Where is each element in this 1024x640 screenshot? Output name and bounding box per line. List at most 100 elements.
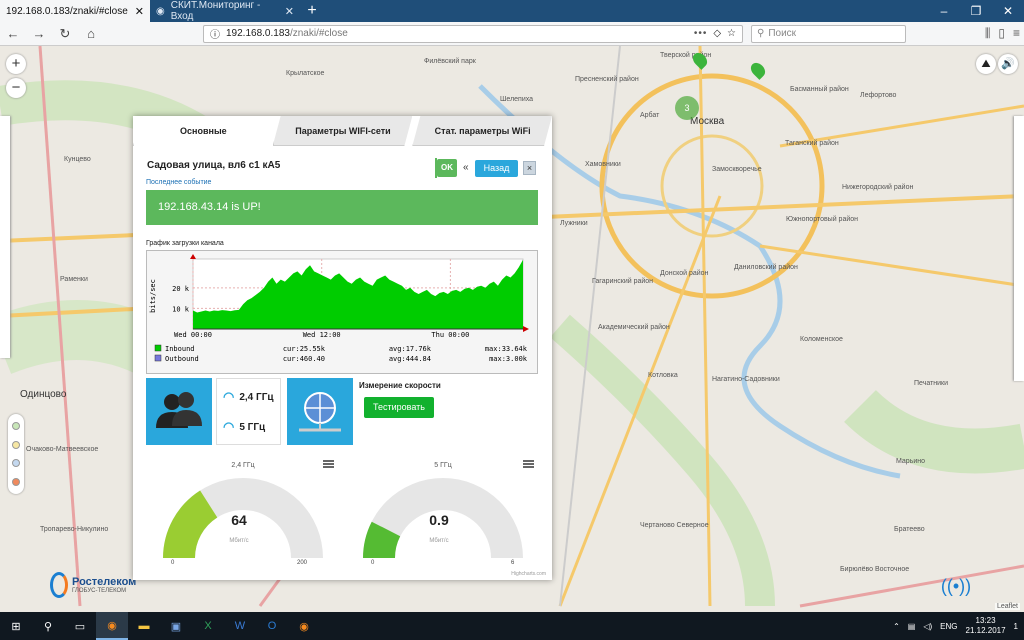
page-actions-icon[interactable]: •••	[694, 28, 708, 39]
back-arrow-icon[interactable]: ←	[4, 26, 22, 41]
map-label: Коломенское	[800, 336, 843, 343]
excel-icon[interactable]: X	[192, 612, 224, 640]
toolbar-right: ⫼ ▯ ≡	[985, 26, 1020, 41]
restore-icon[interactable]: ❐	[960, 0, 992, 22]
forward-arrow-icon[interactable]: →	[30, 26, 48, 41]
start-windows-icon[interactable]: ⊞	[0, 612, 32, 640]
browser-tab-active[interactable]: 192.168.0.183/znaki/#close ✕	[0, 0, 150, 22]
legend-cur: cur:460.40	[283, 355, 325, 363]
legend-cur: cur:25.55k	[283, 345, 326, 353]
left-panel-handle[interactable]	[0, 116, 10, 358]
gauge-5ghz: 5 ГГц 0.9 Мбит/с 0 6	[343, 454, 543, 574]
outlook-icon[interactable]: O	[256, 612, 288, 640]
search-placeholder: Поиск	[768, 28, 797, 39]
zoom-in-button[interactable]: +	[6, 54, 26, 74]
explorer-icon[interactable]: ▬	[128, 612, 160, 640]
map-label: Лужники	[560, 220, 588, 227]
new-tab-button[interactable]: +	[300, 0, 324, 22]
zoom-out-button[interactable]: −	[6, 78, 26, 98]
map-label: Чертаново Северное	[640, 522, 709, 529]
status-legend	[8, 414, 24, 494]
traffic-chart: 20 k 10 k bits/sec Wed 00:00 Wed 12:00 Thu 00…	[146, 250, 538, 374]
browser-tab[interactable]: ◉ СКИТ.Мониторинг - Вход ✕	[150, 0, 300, 22]
chart-menu-icon[interactable]	[523, 460, 534, 468]
layers-icon[interactable]: ⛰	[976, 54, 996, 74]
gauge-unit: Мбит/с	[229, 538, 249, 544]
library-icon[interactable]: ⫼	[985, 26, 991, 41]
legend-swatch	[154, 354, 162, 362]
task-view-icon[interactable]: ▭	[64, 612, 96, 640]
sound-icon[interactable]: 🔊	[998, 54, 1018, 74]
legend-yellow-icon[interactable]	[12, 440, 20, 449]
map-label: Филёвский парк	[424, 58, 476, 65]
tab-wifi-stats[interactable]: Стат. параметры WiFi	[412, 116, 552, 146]
tab-wifi-params[interactable]: Параметры WIFI-сети	[273, 116, 413, 146]
x-axis-arrow	[523, 326, 529, 332]
last-event-link[interactable]: Последнее событие	[146, 179, 211, 186]
gauge-unit: Мбит/с	[429, 538, 449, 544]
chart-menu-icon[interactable]	[323, 460, 334, 468]
marker-cluster[interactable]: 3	[675, 96, 699, 120]
map-label: Очаково-Матвеевское	[26, 446, 99, 453]
legend-blue-icon[interactable]	[12, 459, 20, 468]
attribution[interactable]: Leaflet	[994, 603, 1020, 610]
y-axis-label: bits/sec	[149, 279, 157, 313]
gauge-24ghz: 2,4 ГГц 64 Мбит/с 0 200	[143, 454, 343, 574]
map-label: Бирюлёво Восточное	[840, 566, 910, 573]
wifi-band-label: 2,4 ГГц	[239, 391, 274, 403]
speedtest-tile[interactable]	[287, 378, 353, 445]
ok-button[interactable]: OK	[437, 159, 457, 177]
menu-icon[interactable]: ≡	[1013, 26, 1020, 41]
search-icon[interactable]: ⚲	[32, 612, 64, 640]
highcharts-credits[interactable]: Highcharts.com	[511, 571, 546, 577]
wifi-bands-tile[interactable]: ◠ 2,4 ГГц ◠ 5 ГГц	[216, 378, 281, 445]
volume-icon[interactable]: ◁)	[923, 622, 932, 631]
gauge-min: 0	[371, 560, 375, 566]
close-tab-icon[interactable]: ✕	[285, 5, 294, 18]
close-dialog-button[interactable]: ×	[523, 161, 536, 175]
home-icon[interactable]: ⌂	[82, 26, 100, 41]
notifications-icon[interactable]: 1	[1014, 622, 1018, 631]
back-button[interactable]: Назад	[475, 160, 518, 177]
map-label: Кунцево	[64, 156, 91, 163]
word-icon[interactable]: W	[224, 612, 256, 640]
gauge-max: 200	[297, 560, 308, 566]
firefox-icon[interactable]: ◉	[288, 612, 320, 640]
sidebar-icon[interactable]: ▯	[998, 26, 1005, 41]
legend-green-icon[interactable]	[12, 422, 20, 431]
test-button[interactable]: Тестировать	[364, 397, 434, 418]
search-box[interactable]: ⚲ Поиск	[751, 24, 906, 43]
legend-avg: avg:17.76k	[389, 345, 432, 353]
firefox-icon[interactable]: ◉	[96, 612, 128, 640]
wifi-band-row[interactable]: ◠ 5 ГГц	[223, 419, 265, 435]
close-window-icon[interactable]: ✕	[992, 0, 1024, 22]
map-label: Таганский район	[785, 140, 839, 147]
close-tab-icon[interactable]: ✕	[135, 5, 144, 18]
reload-icon[interactable]: ↻	[56, 26, 74, 42]
wifi-band-row[interactable]: ◠ 2,4 ГГц	[223, 389, 274, 405]
save-disk-icon[interactable]: ▣	[160, 612, 192, 640]
clients-tile[interactable]	[146, 378, 212, 445]
map-label: Шелепиха	[500, 96, 534, 103]
taskbar: ⊞ ⚲ ▭ ◉ ▬ ▣ X W O ◉ ⌃ ▤ ◁) ENG 13:23 21.…	[0, 612, 1024, 640]
y-axis-arrow	[190, 254, 196, 259]
bookmark-star-icon[interactable]: ☆	[727, 28, 736, 39]
keyboard-lang[interactable]: ENG	[940, 622, 957, 631]
url-host: 192.168.0.183	[226, 28, 290, 39]
map-label: Даниловский район	[734, 264, 798, 271]
status-banner: 192.168.43.14 is UP!	[146, 190, 538, 225]
tab-main[interactable]: Основные	[133, 116, 273, 146]
address-bar[interactable]: ⓘ 192.168.0.183/znaki/#close ••• ◇ ☆	[203, 24, 743, 43]
legend-red-icon[interactable]	[12, 477, 20, 486]
network-icon[interactable]: ▤	[908, 622, 916, 631]
minimize-icon[interactable]: –	[928, 0, 960, 22]
map-label: Хамовники	[585, 161, 621, 168]
clock[interactable]: 13:23 21.12.2017	[966, 616, 1006, 636]
system-tray: ⌃ ▤ ◁) ENG 13:23 21.12.2017 1	[893, 616, 1024, 636]
tray-chevron-icon[interactable]: ⌃	[893, 622, 900, 631]
right-panel-handle[interactable]	[1014, 116, 1024, 381]
info-icon[interactable]: ⓘ	[210, 26, 220, 41]
gauge-min: 0	[171, 560, 175, 566]
pocket-icon[interactable]: ◇	[713, 28, 721, 39]
chart-title: График загрузки канала	[146, 240, 224, 247]
